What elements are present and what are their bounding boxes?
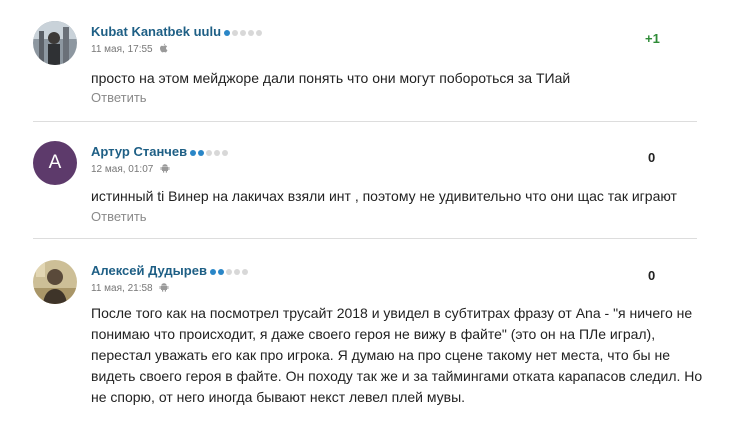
comment-author[interactable]: Kubat Kanatbek uulu — [91, 24, 264, 39]
user-rank-dots — [190, 149, 230, 156]
comment-text: После того как на посмотрел трусайт 2018… — [91, 305, 703, 405]
comment-text: истинный ti Винер на лакичах взяли инт ,… — [91, 188, 677, 204]
user-rank-dots — [224, 29, 264, 36]
android-icon — [160, 163, 170, 176]
reply-button[interactable]: Ответить — [91, 209, 147, 224]
avatar[interactable] — [33, 260, 77, 304]
comment-date: 11 мая, 21:58 — [91, 283, 153, 295]
comment-score: +1 — [645, 31, 660, 46]
comment-date: 12 мая, 01:07 — [91, 164, 154, 176]
comment-date: 11 мая, 17:55 — [91, 44, 153, 56]
comment-author[interactable]: Артур Станчев — [91, 144, 230, 159]
android-icon — [159, 282, 169, 295]
comment-meta: 11 мая, 17:55 — [91, 43, 168, 56]
avatar[interactable]: А — [33, 141, 77, 185]
comment-text: просто на этом мейджоре дали понять что … — [91, 70, 571, 86]
comment-meta: 11 мая, 21:58 — [91, 282, 169, 295]
reply-button[interactable]: Ответить — [91, 90, 147, 105]
comment-score: 0 — [648, 268, 656, 283]
comment-score: 0 — [648, 150, 656, 165]
comment: Kubat Kanatbek uulu 11 мая, 17:55 +1 про… — [0, 0, 730, 122]
divider — [33, 121, 697, 122]
avatar[interactable] — [33, 21, 77, 65]
user-rank-dots — [209, 268, 250, 275]
apple-icon — [159, 43, 168, 56]
divider — [33, 238, 697, 239]
comment-meta: 12 мая, 01:07 — [91, 163, 170, 176]
comment-author[interactable]: Алексей Дудырев — [91, 263, 250, 278]
